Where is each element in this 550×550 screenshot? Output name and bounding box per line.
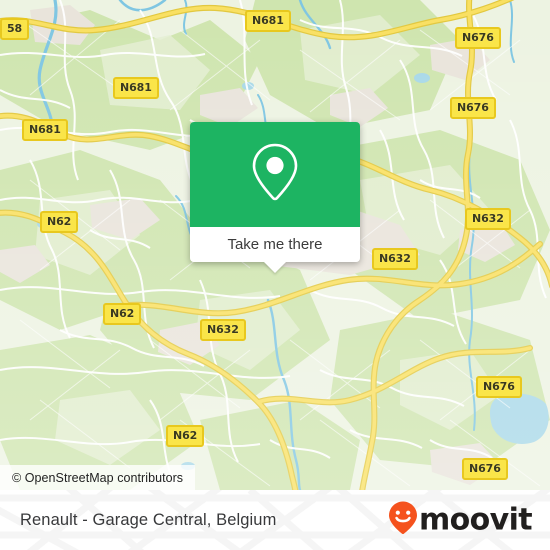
osm-attribution-text: © OpenStreetMap contributors — [12, 470, 184, 485]
moovit-brand-logo[interactable]: moovit — [388, 501, 533, 540]
moovit-wordmark: moovit — [418, 502, 533, 538]
road-shield: N632 — [465, 208, 511, 230]
road-shield: N632 — [200, 319, 246, 341]
road-shield: N62 — [40, 211, 79, 233]
map-pin-icon — [249, 141, 301, 208]
moovit-pin-smiley-icon — [388, 501, 418, 540]
road-shield: N681 — [245, 10, 291, 32]
road-shield: N676 — [462, 458, 508, 480]
road-shield: N681 — [22, 119, 68, 141]
road-shield: N676 — [476, 376, 522, 398]
osm-attribution[interactable]: © OpenStreetMap contributors — [0, 465, 196, 490]
road-shield: N681 — [113, 77, 159, 99]
take-me-there-button[interactable]: Take me there — [190, 227, 360, 273]
moovit-map-page: 58 N681 N681 N681 N676 N676 N632 N62 N632 N62 N632… — [0, 0, 550, 550]
road-shield: N62 — [103, 303, 142, 325]
map-viewport[interactable]: 58 N681 N681 N681 N676 N676 N632 N62 N632 N62 N632… — [0, 0, 550, 490]
popup-header — [190, 122, 360, 227]
road-shield: N676 — [455, 27, 501, 49]
take-me-there-label: Take me there — [227, 236, 323, 253]
location-title: Renault - Garage Central, Belgium — [20, 510, 277, 529]
road-shield: N62 — [166, 425, 205, 447]
road-shield: 58 — [0, 18, 30, 40]
popup-pointer-tail — [264, 262, 286, 273]
page-footer: Renault - Garage Central, Belgium moovit — [0, 490, 550, 550]
road-shield: N632 — [372, 248, 418, 270]
location-popup-card[interactable]: Take me there — [190, 122, 360, 273]
road-shield: N676 — [450, 97, 496, 119]
